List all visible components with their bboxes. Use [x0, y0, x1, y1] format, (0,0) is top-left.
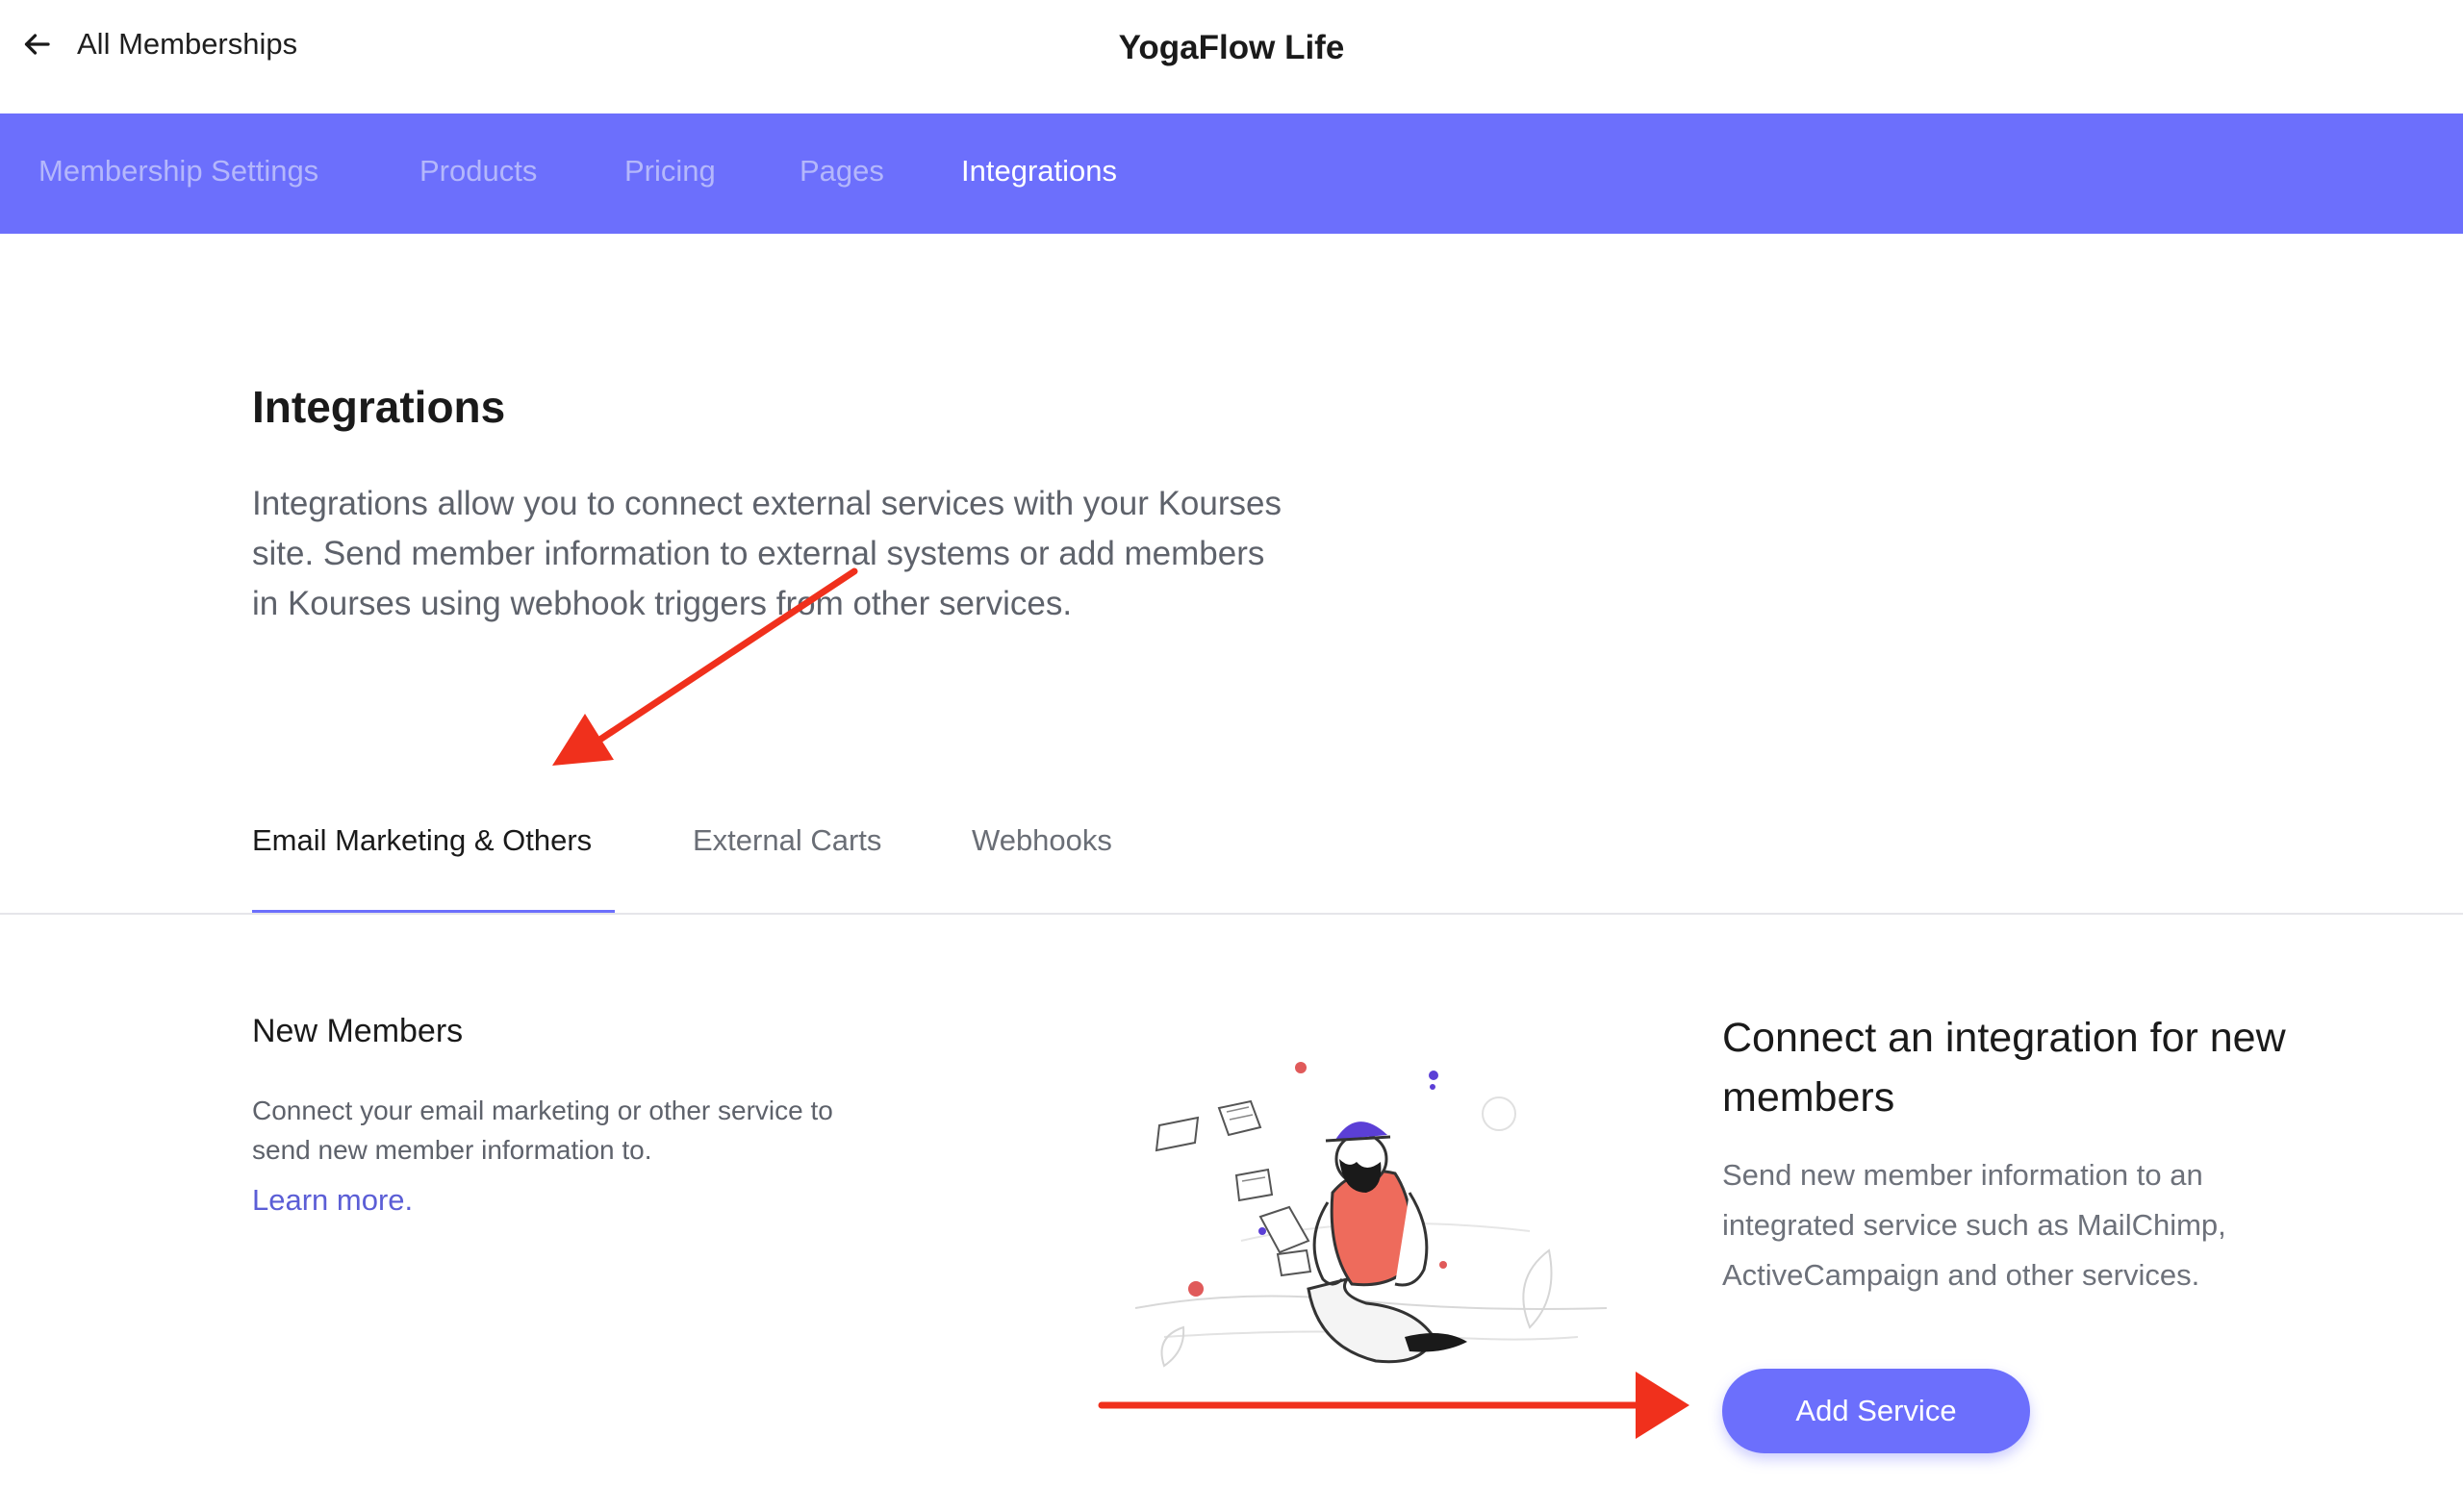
top-bar: All Memberships YogaFlow Life	[0, 0, 2463, 113]
tab-external-carts[interactable]: External Carts	[693, 823, 881, 858]
nav-pricing[interactable]: Pricing	[624, 154, 716, 189]
cta-title: Connect an integration for new members	[1722, 1008, 2415, 1127]
site-title: YogaFlow Life	[1118, 29, 1345, 66]
cta-title-line: Connect an integration for new	[1722, 1015, 2286, 1061]
cta-description: Send new member information to an integr…	[1722, 1150, 2376, 1300]
intro-line: Integrations allow you to connect extern…	[252, 485, 1282, 522]
cta-desc-line: Send new member information to an	[1722, 1158, 2203, 1192]
cta-desc-line: integrated service such as MailChimp,	[1722, 1208, 2226, 1242]
section-description: Connect your email marketing or other se…	[252, 1091, 983, 1170]
nav-pages[interactable]: Pages	[800, 154, 884, 189]
nav-products[interactable]: Products	[419, 154, 537, 189]
page-title: Integrations	[252, 382, 506, 432]
intro-text: Integrations allow you to connect extern…	[252, 479, 1407, 629]
meditating-person-illustration	[1134, 1062, 1608, 1368]
cta-desc-line: ActiveCampaign and other services.	[1722, 1258, 2200, 1292]
tabs-divider	[0, 913, 2463, 915]
section-title: New Members	[252, 1013, 464, 1049]
section-desc-line: send new member information to.	[252, 1135, 652, 1165]
learn-more-link[interactable]: Learn more.	[252, 1183, 413, 1218]
section-desc-line: Connect your email marketing or other se…	[252, 1096, 833, 1125]
intro-line: in Kourses using webhook triggers from o…	[252, 585, 1073, 622]
annotation-arrow-to-button	[1098, 1372, 1689, 1439]
membership-nav: Membership Settings Products Pricing Pag…	[0, 113, 2463, 234]
intro-line: site. Send member information to externa…	[252, 535, 1265, 572]
cta-title-line: members	[1722, 1074, 1895, 1121]
tab-email-marketing[interactable]: Email Marketing & Others	[252, 823, 592, 858]
nav-membership-settings[interactable]: Membership Settings	[38, 154, 318, 189]
tab-webhooks[interactable]: Webhooks	[972, 823, 1112, 858]
add-service-button[interactable]: Add Service	[1722, 1369, 2030, 1453]
nav-integrations[interactable]: Integrations	[961, 154, 1117, 189]
